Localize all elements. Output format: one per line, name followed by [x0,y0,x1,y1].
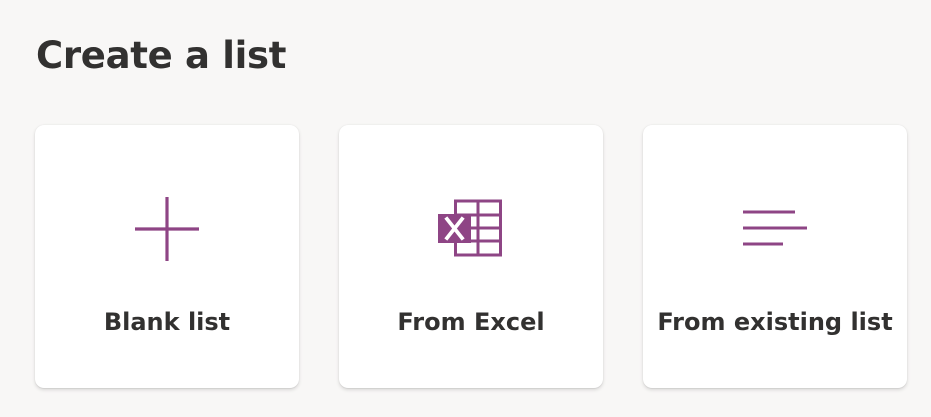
excel-icon [435,193,507,265]
blank-list-label: Blank list [103,308,231,336]
create-list-options: Blank list From Excel From existing list [35,125,907,388]
existing-list-icon [739,193,811,265]
plus-icon [131,193,203,265]
blank-list-card[interactable]: Blank list [35,125,299,388]
page-title: Create a list [36,34,287,77]
from-excel-label: From Excel [397,308,545,336]
from-existing-list-card[interactable]: From existing list [643,125,907,388]
from-existing-list-label: From existing list [657,308,893,336]
from-excel-card[interactable]: From Excel [339,125,603,388]
